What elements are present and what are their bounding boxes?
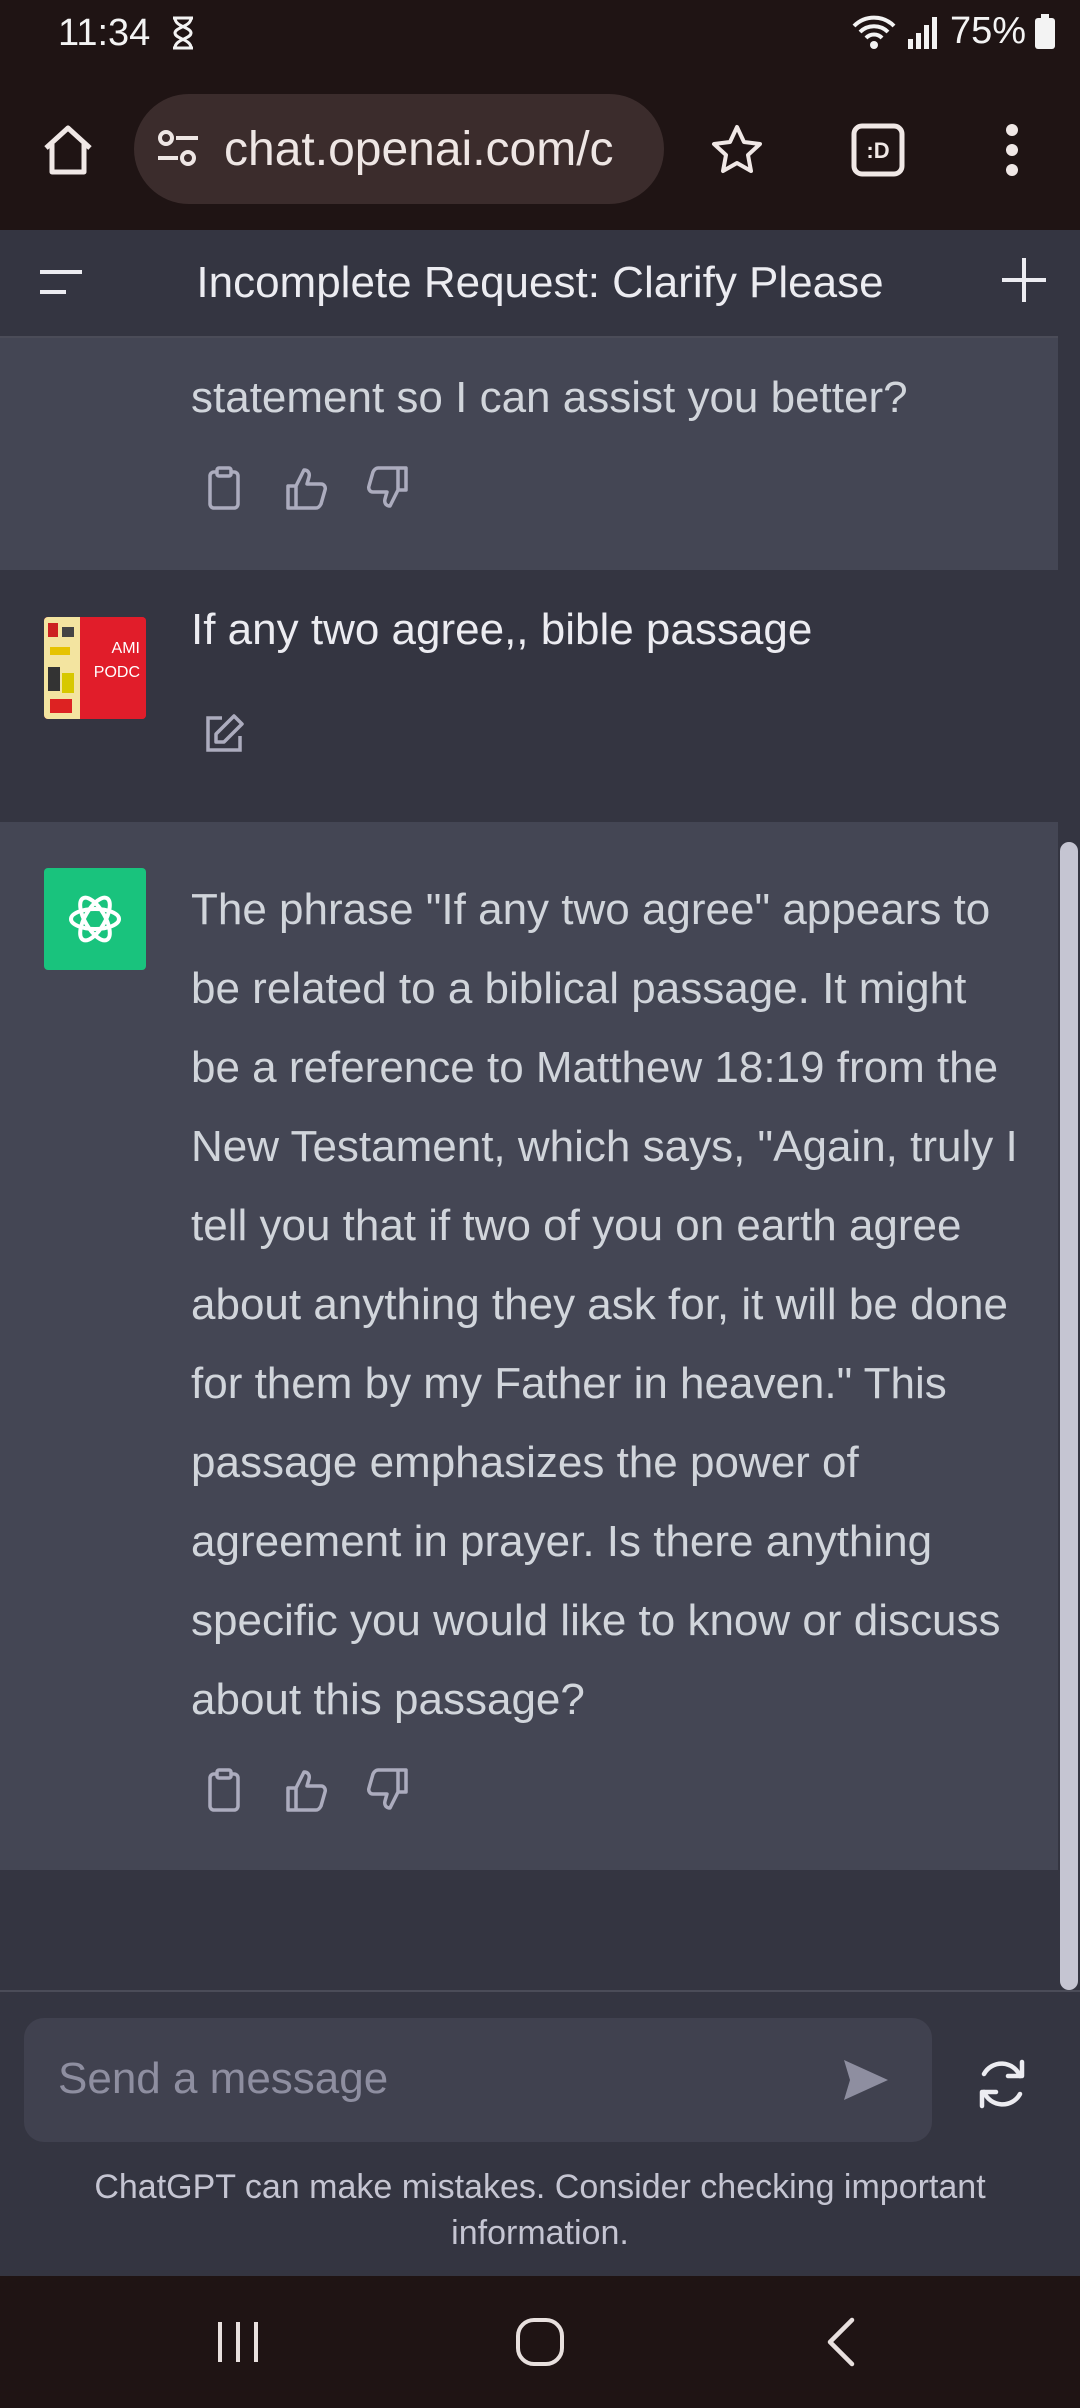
hourglass-icon [170, 16, 196, 60]
svg-text:AMI: AMI [112, 640, 140, 657]
recent-apps-icon[interactable] [210, 2316, 266, 2373]
svg-text:PODC: PODC [94, 664, 140, 681]
message-input[interactable] [56, 2048, 820, 2110]
chat-header: Incomplete Request: Clarify Please [0, 230, 1080, 338]
system-nav-bar [0, 2276, 1080, 2408]
disclaimer-text: ChatGPT can make mistakes. Consider chec… [94, 2168, 986, 2252]
copy-icon[interactable] [200, 1766, 248, 1819]
url-text: chat.openai.com/c [224, 123, 614, 176]
ai-message-text: The phrase "If any two agree" appears to… [191, 885, 1018, 1724]
tab-switcher-label: :D [866, 138, 889, 163]
status-time: 11:34 [58, 12, 151, 54]
thumbs-up-icon[interactable] [282, 464, 330, 517]
composer-area: ChatGPT can make mistakes. Consider chec… [0, 1990, 1080, 2278]
chatgpt-logo-icon [44, 868, 146, 970]
ai-message: The phrase "If any two agree" appears to… [0, 822, 1058, 1870]
message-composer [24, 2018, 932, 2142]
thumbs-down-icon[interactable] [364, 1766, 412, 1819]
ai-message-actions [200, 1766, 412, 1819]
previous-ai-message: statement so I can assist you better? [0, 338, 1058, 570]
copy-icon[interactable] [200, 464, 248, 517]
thumbs-up-icon[interactable] [282, 1766, 330, 1819]
address-bar[interactable]: chat.openai.com/c [134, 94, 664, 204]
previous-ai-text: statement so I can assist you better? [191, 373, 908, 422]
wifi-icon [850, 12, 898, 52]
browser-toolbar: chat.openai.com/c :D [0, 68, 1080, 230]
user-message: If any two agree,, bible passage [0, 570, 1058, 822]
back-icon[interactable] [822, 2316, 862, 2373]
battery-icon [1034, 13, 1056, 50]
previous-ai-actions [200, 464, 412, 517]
battery-percent: 75% [949, 10, 1026, 52]
refresh-icon[interactable] [970, 2052, 1034, 2121]
thumbs-down-icon[interactable] [364, 464, 412, 517]
signal-icon [906, 15, 942, 49]
status-right: 75% [850, 10, 1056, 53]
user-message-text: If any two agree,, bible passage [191, 605, 813, 654]
more-icon[interactable] [972, 110, 1052, 190]
star-icon[interactable] [697, 110, 777, 190]
send-icon[interactable] [840, 2054, 892, 2111]
user-avatar-image: AMI PODC [44, 617, 146, 719]
home-nav-icon[interactable] [512, 2316, 568, 2373]
tab-switcher-icon[interactable]: :D [838, 110, 918, 190]
edit-icon[interactable] [200, 710, 248, 763]
plus-icon[interactable] [998, 254, 1050, 311]
home-icon[interactable] [28, 110, 108, 190]
site-settings-icon[interactable] [154, 124, 202, 177]
scrollbar-thumb[interactable] [1060, 842, 1078, 1990]
avatar: AMI PODC [44, 617, 146, 719]
status-bar: 11:34 75% [0, 0, 1080, 68]
chat-title: Incomplete Request: Clarify Please [196, 258, 884, 307]
